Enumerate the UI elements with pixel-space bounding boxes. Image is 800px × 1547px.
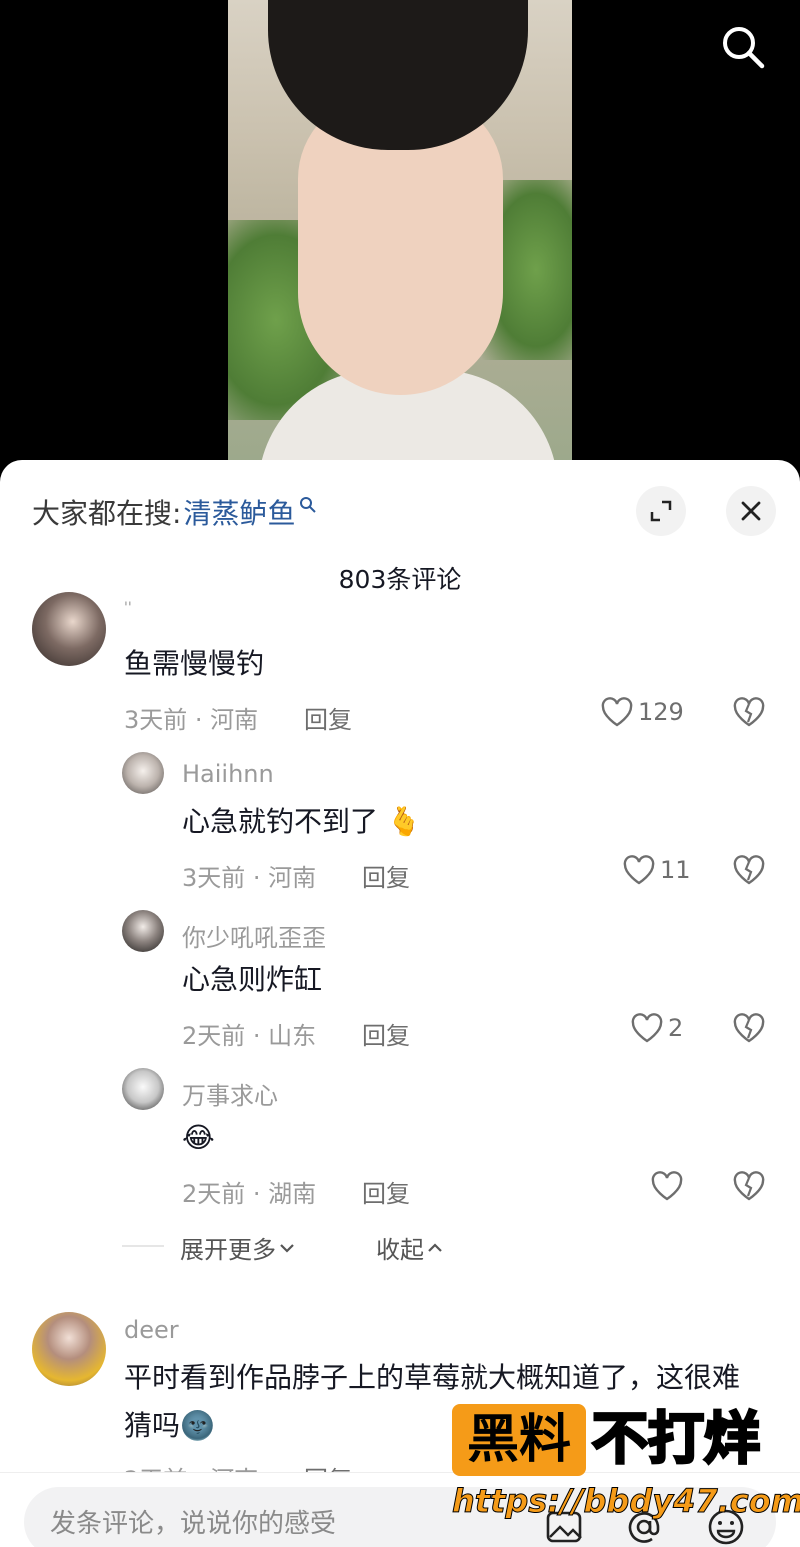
- like-button[interactable]: 129: [600, 696, 684, 728]
- comment-count: 803条评论: [338, 565, 462, 594]
- comment-meta: 2天前 · 山东: [182, 1022, 317, 1050]
- small-search-icon: [300, 497, 317, 513]
- broken-heart-icon: [733, 855, 765, 885]
- trending-search[interactable]: 大家都在搜: 清蒸鲈鱼: [32, 492, 317, 532]
- dislike-button[interactable]: [732, 1170, 766, 1206]
- comment-input-placeholder: 发条评论，说说你的感受: [50, 1509, 337, 1539]
- collapse-label: 收起: [376, 1236, 424, 1264]
- like-count: 129: [638, 698, 684, 726]
- heart-icon: [623, 855, 655, 885]
- dislike-button[interactable]: [732, 696, 766, 732]
- expand-more-button[interactable]: 展开更多: [180, 1230, 298, 1265]
- heart-icon: [601, 697, 633, 727]
- broken-heart-icon: [733, 1171, 765, 1201]
- like-count: 2: [668, 1014, 684, 1042]
- watermark-brand-right: 不打烊: [591, 1406, 762, 1474]
- comment-meta: 3天前 · 河南: [124, 706, 259, 734]
- expand-icon: [650, 500, 672, 522]
- avatar[interactable]: [122, 910, 164, 952]
- comment-panel: 大家都在搜: 清蒸鲈鱼 803条评论 '' 鱼需慢慢钓 3天前 · 河南 回复 …: [0, 460, 800, 1547]
- comment-username[interactable]: 你少吼吼歪歪: [182, 918, 326, 953]
- avatar[interactable]: [122, 752, 164, 794]
- heart-icon: [631, 1013, 663, 1043]
- broken-heart-icon: [733, 697, 765, 727]
- reply-button[interactable]: 回复: [362, 1016, 410, 1051]
- expand-more-label: 展开更多: [180, 1236, 276, 1264]
- watermark-url: https://bbdy47.com: [451, 1482, 800, 1521]
- trending-search-prefix: 大家都在搜:: [32, 497, 182, 530]
- thread-divider: [122, 1245, 164, 1247]
- collapse-button[interactable]: 收起: [376, 1230, 446, 1265]
- comment-text: 心急就钓不到了 🫰: [182, 805, 422, 838]
- comment-username[interactable]: 万事求心: [182, 1076, 278, 1111]
- trending-search-keyword[interactable]: 清蒸鲈鱼: [183, 492, 295, 532]
- avatar[interactable]: [32, 592, 106, 666]
- expand-panel-button[interactable]: [636, 486, 686, 536]
- reply-button[interactable]: 回复: [304, 700, 352, 735]
- search-icon[interactable]: [718, 22, 768, 72]
- heart-icon: [651, 1171, 683, 1201]
- close-icon: [741, 501, 761, 521]
- like-button[interactable]: 11: [622, 854, 691, 886]
- chevron-down-icon: [280, 1243, 294, 1253]
- like-count: 11: [660, 856, 691, 884]
- comment-username[interactable]: '': [124, 600, 132, 616]
- comment-meta: 3天前 · 河南: [182, 864, 317, 892]
- watermark-brand-left: 黑料: [452, 1404, 586, 1476]
- video-frame: [228, 0, 572, 480]
- video-player[interactable]: [0, 0, 800, 480]
- comment-username[interactable]: deer: [124, 1316, 179, 1344]
- comment-username[interactable]: Haiihnn: [182, 760, 274, 788]
- like-button[interactable]: 2: [630, 1012, 683, 1044]
- reply-button[interactable]: 回复: [362, 858, 410, 893]
- avatar[interactable]: [32, 1312, 106, 1386]
- broken-heart-icon: [733, 1013, 765, 1043]
- reply-button[interactable]: 回复: [362, 1174, 410, 1209]
- like-button[interactable]: [650, 1170, 688, 1202]
- dislike-button[interactable]: [732, 1012, 766, 1048]
- comment-meta: 2天前 · 湖南: [182, 1180, 317, 1208]
- dislike-button[interactable]: [732, 854, 766, 890]
- comment-text: 😂: [182, 1121, 215, 1154]
- watermark: 黑料 不打烊 https://bbdy47.com: [451, 1404, 800, 1524]
- avatar[interactable]: [122, 1068, 164, 1110]
- comment-text: 心急则炸缸: [182, 963, 323, 996]
- chevron-up-icon: [428, 1242, 442, 1252]
- comment-text: 鱼需慢慢钓: [124, 647, 265, 680]
- close-button[interactable]: [726, 486, 776, 536]
